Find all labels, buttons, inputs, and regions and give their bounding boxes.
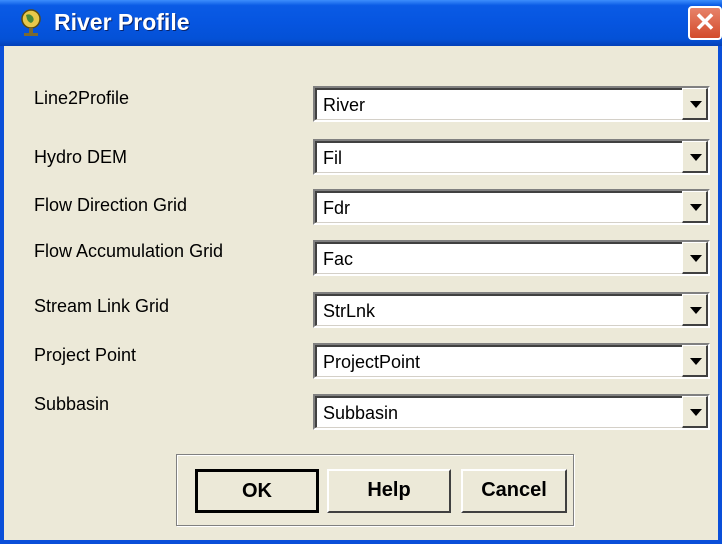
combo-value: ProjectPoint: [323, 352, 421, 372]
close-button[interactable]: ✕: [688, 6, 722, 40]
dropdown-arrow-icon[interactable]: [682, 88, 708, 120]
river-profile-dialog: River Profile ✕ Line2Profile River Hydro…: [0, 0, 722, 544]
dropdown-arrow-icon[interactable]: [682, 345, 708, 377]
combo-subbasin[interactable]: Subbasin: [313, 394, 710, 430]
close-icon: ✕: [694, 7, 716, 37]
globe-icon: [21, 9, 41, 36]
combo-value: Subbasin: [323, 403, 399, 423]
dialog-title: River Profile: [54, 9, 190, 35]
dropdown-arrow-icon[interactable]: [682, 191, 708, 223]
label-line2profile: Line2Profile: [34, 88, 130, 108]
title-bar[interactable]: River Profile ✕: [0, 0, 722, 46]
cancel-button[interactable]: Cancel: [461, 469, 567, 513]
label-subbasin: Subbasin: [34, 394, 110, 414]
combo-value: StrLnk: [323, 301, 376, 321]
combo-value: Fil: [323, 148, 342, 168]
dropdown-arrow-icon[interactable]: [682, 242, 708, 274]
dropdown-arrow-icon[interactable]: [682, 396, 708, 428]
ok-button[interactable]: OK: [195, 469, 319, 513]
label-flow-accumulation-grid: Flow Accumulation Grid: [34, 241, 224, 261]
combo-flow-direction-grid[interactable]: Fdr: [313, 189, 710, 225]
label-hydro-dem: Hydro DEM: [34, 147, 128, 167]
combo-project-point[interactable]: ProjectPoint: [313, 343, 710, 379]
label-flow-direction-grid: Flow Direction Grid: [34, 195, 188, 215]
combo-flow-accumulation-grid[interactable]: Fac: [313, 240, 710, 276]
combo-value: Fdr: [323, 198, 350, 218]
combo-hydro-dem[interactable]: Fil: [313, 139, 710, 175]
combo-value: River: [323, 95, 366, 115]
combo-stream-link-grid[interactable]: StrLnk: [313, 292, 710, 328]
label-project-point: Project Point: [34, 345, 137, 365]
combo-line2profile[interactable]: River: [313, 86, 710, 122]
button-group-frame: OK Help Cancel: [176, 454, 574, 526]
help-button[interactable]: Help: [327, 469, 451, 513]
combo-value: Fac: [323, 249, 354, 269]
label-stream-link-grid: Stream Link Grid: [34, 296, 170, 316]
dropdown-arrow-icon[interactable]: [682, 141, 708, 173]
dropdown-arrow-icon[interactable]: [682, 294, 708, 326]
